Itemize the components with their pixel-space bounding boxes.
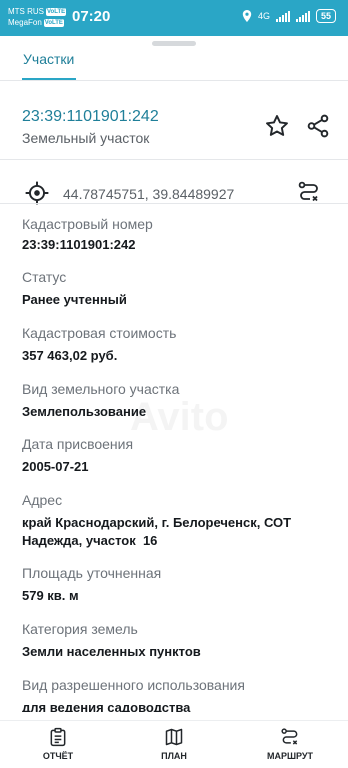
detail-label: Дата присвоения [22,436,134,452]
battery-icon: 55 [315,9,336,23]
divider [0,203,348,204]
map-icon [165,728,183,746]
detail-label: Вид земельного участка [22,381,180,397]
volte-badge: VoLTE [46,7,67,16]
detail-value: 579 кв. м [22,588,79,603]
detail-label: Адрес [22,492,63,508]
detail-label: Статус [22,269,67,285]
divider [0,159,348,160]
star-icon [266,115,288,136]
volte-badge: VoLTE [43,18,64,27]
tab-parcels[interactable]: Участки [23,51,74,67]
carrier-name-1: MTS RUS [8,7,44,16]
detail-value: край Краснодарский, г. Белореченск, СОТ … [22,515,295,548]
detail-label: Кадастровый номер [22,216,153,232]
detail-address: Адрес край Краснодарский, г. Белореченск… [22,491,332,550]
detail-value: 357 463,02 руб. [22,348,118,363]
detail-cadastral-value: Кадастровая стоимость 357 463,02 руб. [22,324,332,365]
route-icon [298,181,318,202]
detail-value: Ранее учтенный [22,292,127,307]
detail-permitted-use: Вид разрешенного использования для веден… [22,676,332,712]
nav-plan-button[interactable]: ПЛАН [134,727,214,761]
clock: 07:20 [72,8,111,25]
coordinates-text[interactable]: 44.78745751, 39.84489927 [63,186,234,202]
detail-label: Кадастровая стоимость [22,325,177,341]
detail-label: Вид разрешенного использования [22,677,245,693]
detail-land-type: Вид земельного участка Землепользование [22,380,332,421]
share-button[interactable] [302,110,334,142]
drag-handle[interactable] [152,41,196,46]
detail-value: Земли населенных пунктов [22,644,201,659]
detail-value: Землепользование [22,404,147,419]
parcel-details: Avito Кадастровый номер 23:39:1101901:24… [0,212,348,712]
report-icon [50,727,66,747]
detail-value: для ведения садоводства [22,700,191,712]
route-icon [281,728,298,745]
parcel-type: Земельный участок [22,130,150,146]
signal-icon [275,10,290,22]
detail-label: Категория земель [22,621,138,637]
location-icon [242,10,252,22]
status-indicators: 4G 55 [242,9,336,23]
detail-value: 23:39:1101901:242 [22,237,136,252]
favorite-button[interactable] [261,110,293,142]
detail-assignment-date: Дата присвоения 2005-07-21 [22,435,332,476]
divider [0,80,348,81]
coordinates-row [24,180,50,211]
parcel-cadastral-id: 23:39:1101901:242 [22,108,159,125]
carrier-name-2: MegaFon [8,18,42,27]
detail-label: Площадь уточненная [22,565,162,581]
detail-area: Площадь уточненная 579 кв. м [22,564,332,605]
detail-cadastral-number: Кадастровый номер 23:39:1101901:242 [22,215,332,254]
nav-plan-label: ПЛАН [161,751,187,761]
detail-value: 2005-07-21 [22,459,89,474]
signal-icon-2 [295,10,310,22]
detail-status: Статус Ранее учтенный [22,268,332,309]
nav-report-label: ОТЧЁТ [42,751,74,761]
nav-route-button[interactable]: МАРШРУТ [250,727,330,761]
parcel-sheet: Участки 23:39:1101901:242 Земельный учас… [0,36,348,768]
share-icon [307,114,329,138]
nav-report-button[interactable]: ОТЧЁТ [18,727,98,761]
status-bar: MTS RUS VoLTE MegaFon VoLTE 07:20 4G 55 [0,0,348,36]
carrier-info: MTS RUS VoLTE MegaFon VoLTE [8,6,67,28]
bottom-nav: ОТЧЁТ ПЛАН МАРШРУТ [0,720,348,768]
detail-land-category: Категория земель Земли населенных пункто… [22,620,332,661]
network-type: 4G [257,11,270,21]
nav-route-label: МАРШРУТ [266,751,314,761]
